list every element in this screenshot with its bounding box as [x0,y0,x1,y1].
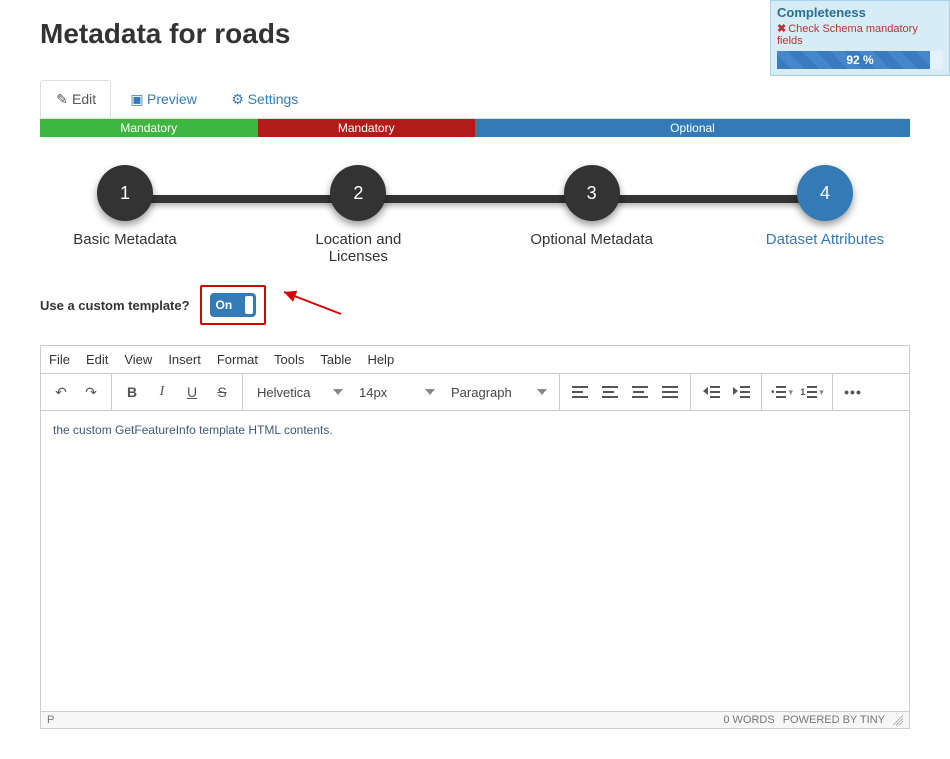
align-right-button[interactable] [626,378,654,406]
menu-view[interactable]: View [124,352,152,367]
close-x-icon: ✖ [777,23,786,35]
resize-grip-icon[interactable] [893,715,903,725]
indent-button[interactable] [727,378,755,406]
menu-file[interactable]: File [49,352,70,367]
custom-template-question: Use a custom template? [40,298,190,313]
wizard-step-3-label: Optional Metadata [527,231,657,248]
gear-icon: ⚙ [231,91,245,108]
wizard-step-2[interactable]: 2 Location and Licenses [293,165,423,265]
wizard-step-4-label: Dataset Attributes [760,231,890,248]
menu-tools[interactable]: Tools [274,352,304,367]
bold-button[interactable]: B [118,378,146,406]
menu-help[interactable]: Help [367,352,394,367]
tab-preview[interactable]: ▣Preview [115,80,212,118]
chevron-down-icon: ▾ [788,387,793,398]
toggle-knob [245,296,253,314]
outdent-button[interactable] [697,378,725,406]
undo-button[interactable]: ↶ [47,378,75,406]
editor-body[interactable]: the custom GetFeatureInfo template HTML … [41,411,909,711]
block-format-select[interactable]: Paragraph [443,378,553,406]
pencil-icon: ✎ [55,91,69,108]
wizard-step-1[interactable]: 1 Basic Metadata [60,165,190,265]
custom-template-row: Use a custom template? On [40,285,910,325]
align-justify-button[interactable] [656,378,684,406]
font-size-select[interactable]: 14px [351,378,441,406]
redo-button[interactable]: ↷ [77,378,105,406]
wizard-steps: 1 Basic Metadata 2 Location and Licenses… [60,165,890,255]
menu-table[interactable]: Table [320,352,351,367]
strip-mandatory-2: Mandatory [258,119,476,137]
italic-button[interactable]: I [148,378,176,406]
wizard-step-1-circle: 1 [97,165,153,221]
menu-format[interactable]: Format [217,352,258,367]
rich-text-editor: File Edit View Insert Format Tools Table… [40,345,910,729]
editor-wordcount: 0 WORDS [723,714,774,726]
tab-edit[interactable]: ✎Edit [40,80,111,118]
chevron-down-icon: ▾ [819,387,824,398]
wizard-step-1-label: Basic Metadata [60,231,190,248]
more-tools-button[interactable]: ••• [839,378,867,406]
wizard-step-3[interactable]: 3 Optional Metadata [527,165,657,265]
strikethrough-button[interactable]: S [208,378,236,406]
wizard-step-2-label: Location and Licenses [293,231,423,265]
custom-template-toggle-label: On [216,298,233,312]
underline-button[interactable]: U [178,378,206,406]
view-tabs: ✎Edit ▣Preview ⚙Settings [40,80,910,119]
font-family-select[interactable]: Helvetica [249,378,349,406]
wizard-step-2-circle: 2 [330,165,386,221]
numbered-list-button[interactable]: ▾ [798,378,826,406]
align-center-button[interactable] [596,378,624,406]
editor-statusbar: P 0 WORDS POWERED BY TINY [41,711,909,728]
menu-insert[interactable]: Insert [168,352,201,367]
bullet-list-button[interactable]: ▾ [768,378,796,406]
editor-menubar: File Edit View Insert Format Tools Table… [41,346,909,374]
wizard-step-4[interactable]: 4 Dataset Attributes [760,165,890,265]
custom-template-toggle[interactable]: On [210,293,256,317]
editor-path[interactable]: P [47,714,54,726]
align-left-button[interactable] [566,378,594,406]
completeness-percent: 92 % [777,51,943,69]
completeness-progress: 92 % [777,51,943,69]
completeness-panel: Completeness ✖Check Schema mandatory fie… [770,0,950,76]
wizard-step-3-circle: 3 [564,165,620,221]
toggle-highlight: On [200,285,266,325]
camera-icon: ▣ [130,91,144,108]
strip-mandatory-1: Mandatory [40,119,258,137]
annotation-arrow [276,290,346,320]
schema-check-link[interactable]: ✖Check Schema mandatory fields [777,22,943,47]
tab-settings[interactable]: ⚙Settings [216,80,314,118]
editor-powered-by[interactable]: POWERED BY TINY [783,714,885,726]
wizard-step-4-circle: 4 [797,165,853,221]
section-strip: Mandatory Mandatory Optional [40,119,910,137]
completeness-title: Completeness [777,5,943,20]
editor-toolbar: ↶ ↷ B I U S Helvetica 14px Paragraph [41,374,909,411]
menu-edit[interactable]: Edit [86,352,108,367]
strip-optional: Optional [475,119,910,137]
